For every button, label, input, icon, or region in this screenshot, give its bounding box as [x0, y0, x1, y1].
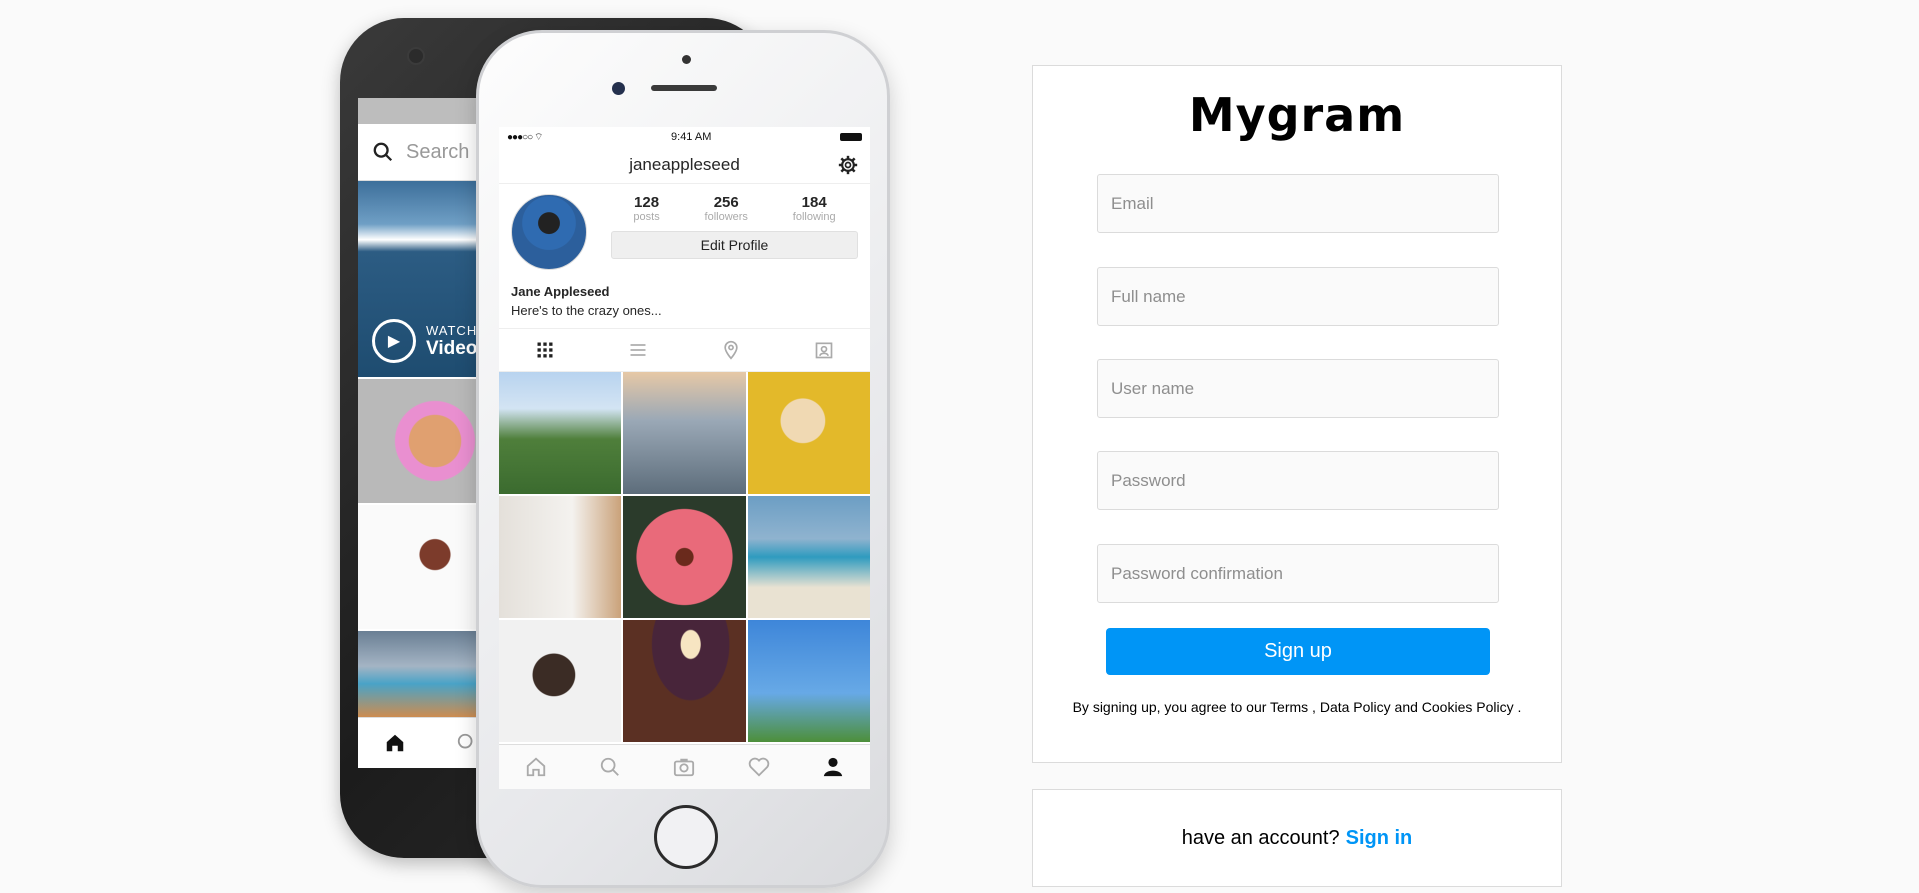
profile-name: Jane Appleseed — [511, 284, 610, 299]
camera-icon — [674, 758, 695, 777]
bottom-nav — [499, 744, 870, 789]
grid-photo — [623, 620, 746, 742]
search-placeholder: Search — [406, 140, 470, 163]
grid-photo — [623, 372, 746, 494]
search-icon — [373, 142, 393, 162]
cookies-policy-link[interactable]: Cookies Policy — [1422, 699, 1514, 715]
search-icon — [457, 733, 473, 749]
location-pin-icon — [724, 340, 738, 360]
watch-label: WATCH — [426, 322, 478, 338]
home-icon — [526, 757, 546, 777]
battery-icon — [840, 133, 862, 141]
gear-icon — [838, 155, 858, 175]
app-logo: Mygram — [1188, 88, 1406, 142]
terms-link[interactable]: Terms — [1270, 699, 1308, 715]
password-confirmation-input[interactable] — [1097, 544, 1499, 603]
stat-following: 184 following — [792, 194, 836, 223]
phone-front-screen: ●●●○○ ⌔ 9:41 AM janeappleseed 128 posts … — [499, 127, 870, 789]
photo-grid — [499, 372, 870, 742]
video-label: Video — [426, 337, 478, 359]
edit-profile-button: Edit Profile — [611, 231, 858, 259]
username-input[interactable] — [1097, 359, 1499, 418]
terms-and: and — [1390, 699, 1422, 715]
profile-header: janeappleseed — [499, 147, 870, 184]
grid-icon — [537, 342, 553, 358]
list-icon — [630, 344, 646, 356]
signin-card: have an account? Sign in — [1032, 789, 1562, 887]
home-icon — [386, 734, 404, 752]
grid-photo — [747, 620, 870, 742]
profile-stats: 128 posts 256 followers 184 following Ed… — [611, 194, 858, 270]
play-icon: ▶ — [372, 319, 416, 363]
profile-username: janeappleseed — [629, 155, 740, 174]
grid-photo — [747, 496, 870, 618]
grid-photo — [499, 496, 622, 618]
password-input[interactable] — [1097, 451, 1499, 510]
email-input[interactable] — [1097, 174, 1499, 233]
stat-followers: 256 followers — [704, 194, 748, 223]
signin-prompt: have an account? — [1181, 826, 1340, 849]
camera-icon — [407, 47, 425, 65]
search-icon — [601, 757, 620, 776]
terms-notice: By signing up, you agree to our Terms , … — [1033, 699, 1561, 715]
full-name-input[interactable] — [1097, 267, 1499, 326]
grid-photo — [623, 496, 746, 618]
profile-tabs — [499, 328, 870, 372]
terms-prefix: By signing up, you agree to our — [1072, 699, 1271, 715]
terms-separator: , — [1308, 699, 1320, 715]
profile-summary: 128 posts 256 followers 184 following Ed… — [499, 184, 870, 270]
watch-video-overlay: ▶ WATCH Video — [372, 319, 477, 363]
status-bar: ●●●○○ ⌔ 9:41 AM — [499, 127, 870, 147]
signup-button[interactable]: Sign up — [1106, 628, 1490, 675]
profile-bio-text: Here's to the crazy ones... — [511, 303, 662, 318]
signal-icon: ●●●○○ ⌔ — [507, 131, 543, 143]
avatar — [511, 194, 587, 270]
status-time: 9:41 AM — [671, 131, 712, 143]
sensor-dot — [682, 55, 691, 64]
grid-photo — [499, 372, 622, 494]
profile-bio: Jane Appleseed Here's to the crazy ones.… — [499, 270, 870, 328]
terms-suffix: . — [1513, 699, 1522, 715]
tagged-icon — [815, 342, 832, 359]
heart-icon — [748, 757, 769, 777]
profile-icon — [823, 757, 843, 777]
grid-photo — [499, 620, 622, 742]
home-button — [654, 805, 718, 869]
grid-photo — [747, 372, 870, 494]
stat-posts: 128 posts — [633, 194, 660, 223]
signup-card: Mygram Sign up By signing up, you agree … — [1032, 65, 1562, 763]
signin-link[interactable]: Sign in — [1346, 827, 1413, 850]
speaker-grille — [651, 85, 717, 91]
data-policy-link[interactable]: Data Policy — [1320, 699, 1391, 715]
front-camera-icon — [612, 82, 625, 95]
